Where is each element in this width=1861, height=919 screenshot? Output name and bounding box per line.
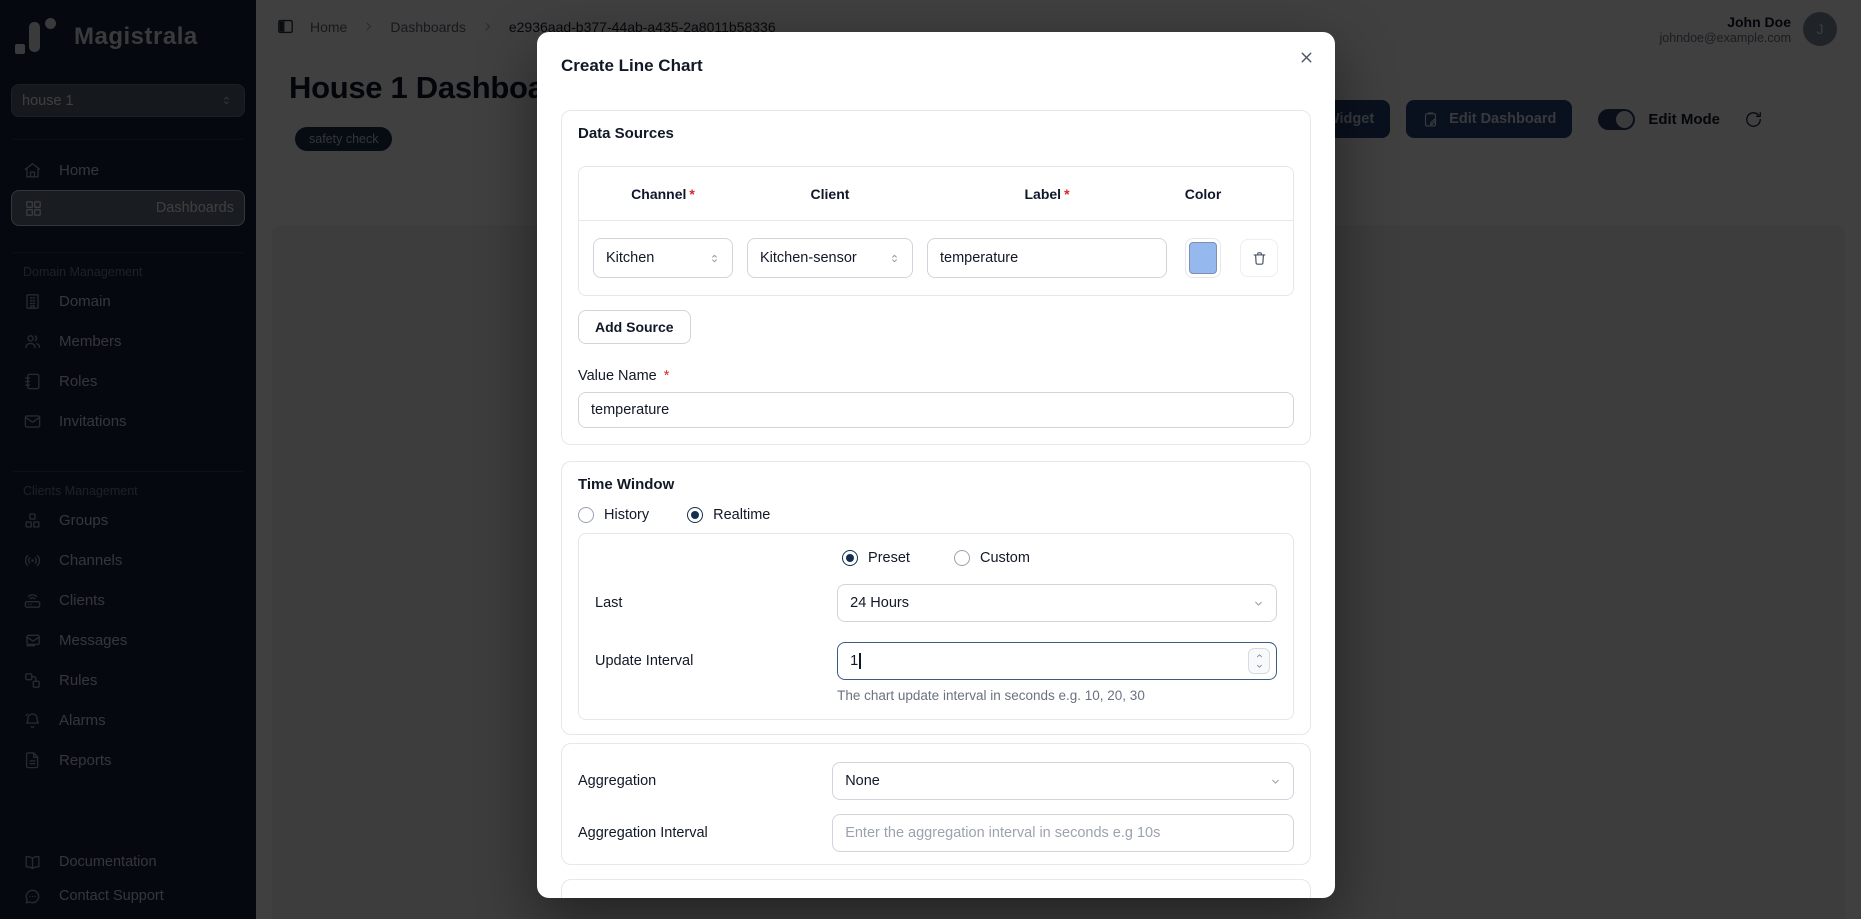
realtime-radio[interactable]: Realtime — [687, 507, 770, 523]
color-picker-button[interactable] — [1185, 238, 1221, 278]
create-line-chart-modal: Create Line Chart Data Sources Channel* … — [537, 32, 1335, 898]
column-header-label: Label* — [927, 186, 1167, 202]
table-header-row: Channel* Client Label* Color — [579, 167, 1293, 221]
color-swatch — [1189, 242, 1217, 274]
aggregation-interval-input[interactable]: Enter the aggregation interval in second… — [832, 814, 1294, 852]
chevron-down-icon — [1268, 774, 1283, 789]
last-select-value: 24 Hours — [850, 595, 909, 611]
time-window-section: Time Window History Realtime Preset — [561, 461, 1311, 735]
value-name-input[interactable]: temperature — [578, 392, 1294, 428]
radio-icon — [578, 507, 594, 523]
update-interval-input[interactable]: 1 — [837, 642, 1277, 680]
value-name-label: Value Name * — [578, 368, 1294, 384]
update-interval-label: Update Interval — [595, 653, 837, 669]
text-caret — [859, 653, 861, 669]
chevrons-up-down-icon — [707, 251, 722, 266]
required-asterisk: * — [664, 368, 670, 384]
chevron-down-icon — [1251, 596, 1266, 611]
add-source-button[interactable]: Add Source — [578, 310, 691, 344]
modal-title: Create Line Chart — [561, 56, 1311, 76]
client-select-value: Kitchen-sensor — [760, 250, 857, 266]
column-header-color: Color — [1181, 186, 1225, 202]
close-icon[interactable] — [1298, 49, 1315, 66]
data-sources-section: Data Sources Channel* Client Label* Colo… — [561, 110, 1311, 445]
aggregation-select[interactable]: None — [832, 762, 1294, 800]
number-stepper[interactable] — [1248, 648, 1270, 674]
preset-radio[interactable]: Preset — [842, 550, 910, 566]
time-mode-radio-group: History Realtime — [578, 507, 1294, 523]
last-label: Last — [595, 595, 837, 611]
aggregation-interval-placeholder: Enter the aggregation interval in second… — [845, 825, 1160, 841]
aggregation-select-value: None — [845, 773, 880, 789]
custom-radio[interactable]: Custom — [954, 550, 1030, 566]
channel-select-value: Kitchen — [606, 250, 654, 266]
radio-icon — [842, 550, 858, 566]
update-interval-help: The chart update interval in seconds e.g… — [837, 688, 1277, 703]
aggregation-interval-label: Aggregation Interval — [578, 825, 832, 841]
column-header-client: Client — [747, 186, 913, 202]
label-input-value: temperature — [940, 250, 1018, 266]
chevrons-up-down-icon — [887, 251, 902, 266]
required-asterisk: * — [1064, 186, 1069, 202]
history-radio[interactable]: History — [578, 507, 649, 523]
aggregation-label: Aggregation — [578, 773, 832, 789]
required-asterisk: * — [689, 186, 694, 202]
trash-icon — [1251, 250, 1268, 267]
time-window-title: Time Window — [578, 476, 1294, 493]
app-screen: Magistrala house 1 Home Dashboards Domai… — [0, 0, 1861, 919]
data-sources-table: Channel* Client Label* Color Kitche — [578, 166, 1294, 296]
column-header-channel: Channel* — [593, 186, 733, 202]
chevron-up-icon — [1254, 651, 1265, 661]
label-input[interactable]: temperature — [927, 238, 1167, 278]
radio-icon — [954, 550, 970, 566]
delete-source-button[interactable] — [1240, 239, 1278, 277]
update-interval-value: 1 — [850, 653, 858, 669]
next-section-stub — [561, 879, 1311, 898]
client-select[interactable]: Kitchen-sensor — [747, 238, 913, 278]
value-name-input-value: temperature — [591, 402, 669, 418]
data-source-row: Kitchen Kitchen-sensor temperature — [579, 221, 1293, 295]
realtime-options-panel: Preset Custom Last 24 Hours — [578, 533, 1294, 720]
radio-icon — [687, 507, 703, 523]
range-radio-group: Preset Custom — [595, 550, 1277, 566]
aggregation-section: Aggregation None Aggregation Interval En… — [561, 743, 1311, 865]
last-select[interactable]: 24 Hours — [837, 584, 1277, 622]
data-sources-title: Data Sources — [578, 125, 1294, 142]
chevron-down-icon — [1254, 661, 1265, 671]
channel-select[interactable]: Kitchen — [593, 238, 733, 278]
